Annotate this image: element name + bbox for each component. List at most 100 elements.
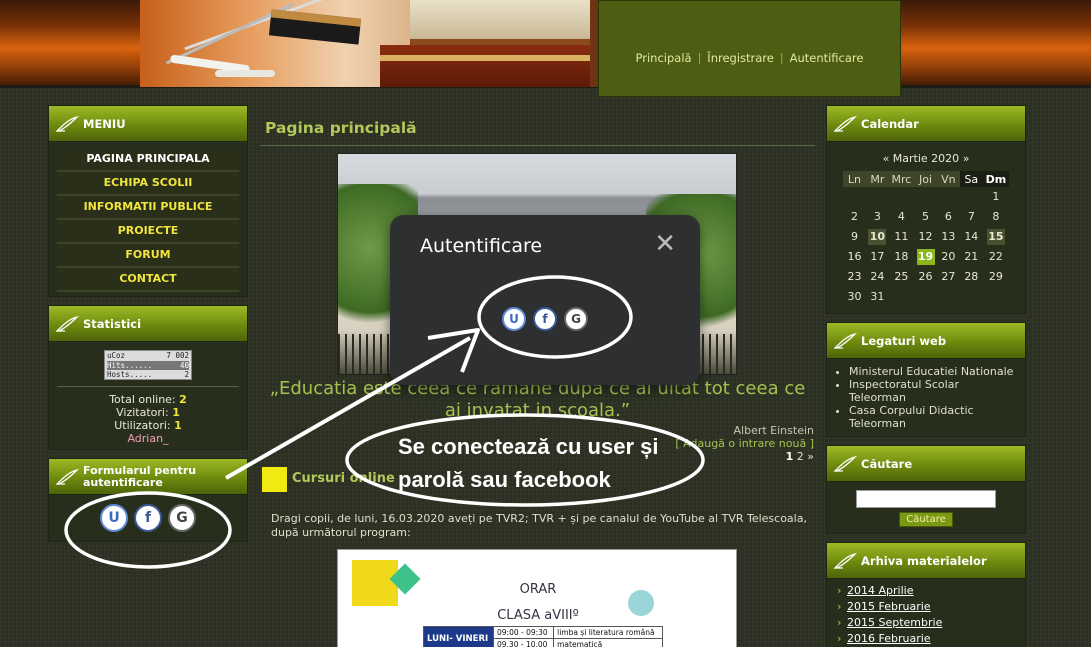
calendar-day-cell[interactable]: 8 — [983, 207, 1009, 227]
search-input[interactable] — [856, 490, 996, 508]
online-user-link[interactable]: Adrian_ — [57, 432, 239, 445]
calendar-next-button[interactable]: » — [963, 152, 970, 165]
archive-link[interactable]: 2016 Februarie — [837, 631, 1015, 647]
calendar-day-cell[interactable]: 2 — [843, 207, 866, 227]
calendar-day-cell[interactable]: 6 — [937, 207, 960, 227]
schedule-time: 09.30 - 10.00 — [492, 638, 555, 647]
calendar-day-cell[interactable]: 24 — [866, 267, 889, 287]
nav-link-register[interactable]: Înregistrare — [707, 51, 774, 65]
post-title-link[interactable]: Cursuri online — [292, 471, 395, 486]
quill-icon — [833, 552, 857, 569]
calendar-day: 28 — [964, 270, 979, 283]
calendar-day-cell[interactable]: 18 — [889, 247, 914, 267]
calendar-day-cell[interactable]: 28 — [960, 267, 983, 287]
archive-link[interactable]: 2015 Februarie — [837, 599, 1015, 615]
schedule-class: CLASA aVIIIº — [497, 608, 579, 623]
calendar-day-cell[interactable]: 19 — [914, 247, 937, 267]
calendar-day-cell[interactable]: 1 — [983, 187, 1009, 207]
archive-link[interactable]: 2014 Aprilie — [837, 583, 1015, 599]
ucoz-login-button[interactable]: U — [100, 504, 128, 532]
counter-hosts-label: Hosts..... — [107, 370, 153, 379]
eraser-graphic — [268, 9, 362, 45]
page-2-link[interactable]: 2 — [797, 450, 804, 463]
calendar-day-cell[interactable]: 30 — [843, 287, 866, 307]
calendar-day-cell[interactable]: 4 — [889, 207, 914, 227]
nav-link-home[interactable]: Principală — [636, 51, 692, 65]
calendar-day-cell[interactable]: 11 — [889, 227, 914, 247]
search-button[interactable]: Căutare — [899, 512, 953, 527]
menu-item-projects[interactable]: PROIECTE — [57, 220, 239, 244]
calendar-day: 12 — [918, 230, 933, 243]
calendar-day-cell — [866, 187, 889, 207]
google-login-button[interactable]: G — [168, 504, 196, 532]
page-title: Pagina principală — [265, 119, 417, 137]
calendar-day-cell[interactable]: 10 — [866, 227, 889, 247]
calendar-day-cell[interactable]: 22 — [983, 247, 1009, 267]
link-ccd[interactable]: Casa Corpului Didactic Teleorman — [849, 404, 1017, 430]
calendar-day-cell[interactable]: 21 — [960, 247, 983, 267]
calendar-block: Calendar « Martie 2020 » Ln Mr Mrc Joi Vn Sa D… — [826, 105, 1026, 314]
annotation-line-2: parolă sau facebook — [398, 467, 611, 492]
counter-hosts-value: 2 — [184, 370, 189, 379]
calendar-day: 30 — [847, 290, 862, 303]
search-title: Căutare — [861, 456, 913, 471]
calendar-day-cell[interactable]: 26 — [914, 267, 937, 287]
calendar-day: 29 — [988, 270, 1003, 283]
google-login-button[interactable]: G — [564, 307, 588, 331]
menu-item-home[interactable]: PAGINA PRINCIPALA — [57, 148, 239, 172]
calendar-day-cell[interactable]: 17 — [866, 247, 889, 267]
calendar-day: 5 — [922, 210, 929, 223]
links-list: Ministerul Educatiei Nationale Inspector… — [835, 365, 1017, 430]
calendar-day-cell[interactable]: 5 — [914, 207, 937, 227]
calendar-day-cell[interactable]: 16 — [843, 247, 866, 267]
calendar-day-cell[interactable]: 15 — [983, 227, 1009, 247]
calendar-day-cell[interactable]: 13 — [937, 227, 960, 247]
close-icon[interactable]: ✕ — [654, 231, 676, 257]
calendar-day-cell[interactable]: 12 — [914, 227, 937, 247]
calendar-day: 6 — [944, 210, 952, 223]
calendar-day-cell[interactable]: 25 — [889, 267, 914, 287]
link-inspectorate[interactable]: Inspectoratul Scolar Teleorman — [849, 378, 1017, 404]
ucoz-login-button[interactable]: U — [502, 307, 526, 331]
calendar-day-header: Mrc — [888, 171, 915, 187]
calendar-day-cell[interactable]: 29 — [983, 267, 1009, 287]
nav-separator: | — [779, 51, 784, 64]
facebook-login-button[interactable]: f — [533, 307, 557, 331]
link-ministry[interactable]: Ministerul Educatiei Nationale — [849, 365, 1017, 378]
visit-counter[interactable]: uCoz 7 002 Hits...... 40 Hosts..... 2 — [104, 350, 192, 380]
calendar-day-cell[interactable]: 20 — [937, 247, 960, 267]
calendar-day-cell[interactable]: 3 — [866, 207, 889, 227]
stat-users: Utilizatori: 1 — [114, 419, 182, 432]
calendar-day: 26 — [918, 270, 933, 283]
calendar-day-cell[interactable]: 27 — [937, 267, 960, 287]
calendar-prev-button[interactable]: « — [883, 152, 890, 165]
archive-link[interactable]: 2015 Septembrie — [837, 615, 1015, 631]
nav-link-login[interactable]: Autentificare — [790, 51, 864, 65]
counter-total: 7 002 — [166, 351, 189, 360]
menu-item-team[interactable]: ECHIPA SCOLII — [57, 172, 239, 196]
stats-block-header: Statistici — [49, 306, 247, 342]
calendar-day-cell[interactable]: 14 — [960, 227, 983, 247]
calendar-day-cell[interactable]: 31 — [866, 287, 889, 307]
calendar-day: 8 — [992, 210, 1000, 223]
facebook-login-button[interactable]: f — [134, 504, 162, 532]
menu-item-forum[interactable]: FORUM — [57, 244, 239, 268]
calendar-day-cell — [983, 287, 1009, 307]
post-text: Dragi copii, de luni, 16.03.2020 aveți p… — [271, 512, 807, 539]
quill-icon — [55, 115, 79, 132]
search-block-header: Căutare — [827, 446, 1025, 482]
calendar-day: 22 — [988, 250, 1003, 263]
book-graphic — [410, 0, 590, 45]
page-next-link[interactable]: » — [807, 450, 814, 463]
right-sidebar: Calendar « Martie 2020 » Ln Mr Mrc Joi Vn Sa D… — [826, 105, 1026, 647]
menu-item-public-info[interactable]: INFORMATII PUBLICE — [57, 196, 239, 220]
calendar-day-cell[interactable]: 9 — [843, 227, 866, 247]
calendar-day-cell[interactable]: 7 — [960, 207, 983, 227]
calendar-day: 3 — [873, 210, 881, 223]
menu-item-contact[interactable]: CONTACT — [57, 268, 239, 292]
calendar-day: 7 — [967, 210, 975, 223]
calendar-day-cell[interactable]: 23 — [843, 267, 866, 287]
calendar-day: 19 — [916, 249, 935, 265]
calendar-day-header: Mr — [865, 171, 889, 187]
calendar-day: 16 — [847, 250, 862, 263]
